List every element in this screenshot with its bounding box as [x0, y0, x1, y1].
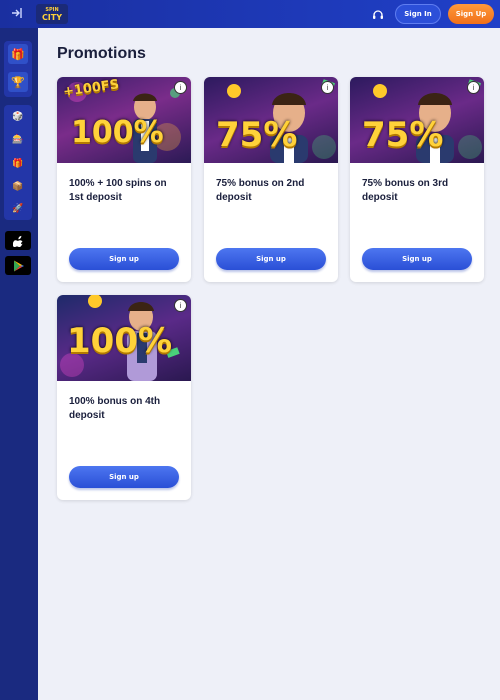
rocket-icon[interactable]: 🚀	[12, 203, 24, 215]
page-title: Promotions	[57, 45, 146, 62]
sign-up-button[interactable]: Sign Up	[448, 4, 494, 24]
sign-in-button[interactable]: Sign In	[395, 4, 441, 24]
promo-image[interactable]: 100% i	[57, 295, 191, 381]
logo[interactable]: SPIN CITY	[36, 4, 68, 24]
promo-signup-button[interactable]: Sign up	[69, 248, 179, 270]
trophy-icon[interactable]: 🏆	[8, 72, 28, 92]
apple-app-icon[interactable]	[5, 231, 31, 250]
promo-title: 75% bonus on 2nd deposit	[216, 178, 305, 203]
gift-icon[interactable]: 🎁	[8, 44, 28, 64]
promo-title: 100% + 100 spins on 1st deposit	[69, 178, 167, 203]
promo-title: 75% bonus on 3rd deposit	[362, 178, 449, 203]
info-icon[interactable]: i	[174, 299, 187, 312]
sidebar-group-main: 🎁 🏆	[4, 41, 32, 97]
promo-image[interactable]: 75% i	[204, 77, 338, 163]
promo-card: +100FS 100% i 100% + 100 spins on 1st de…	[57, 77, 191, 282]
promo-image-text: 100%	[67, 321, 173, 361]
logo-bottom-text: CITY	[41, 12, 63, 22]
promo-signup-button[interactable]: Sign up	[216, 248, 326, 270]
promo-card: 100% i 100% bonus on 4th deposit Sign up	[57, 295, 191, 500]
promo-card: 75% i 75% bonus on 2nd deposit Sign up	[204, 77, 338, 282]
promo-signup-button[interactable]: Sign up	[362, 248, 472, 270]
sidebar: 🎁 🏆 🎲 🎰 🎁 📦 🚀	[0, 28, 38, 700]
promo-image-text: 75%	[362, 115, 444, 155]
info-icon[interactable]: i	[321, 81, 334, 94]
info-icon[interactable]: i	[174, 81, 187, 94]
live-dealer-icon[interactable]: 🎰	[12, 134, 24, 146]
promo-title: 100% bonus on 4th deposit	[69, 396, 161, 421]
promo-image[interactable]: +100FS 100% i	[57, 77, 191, 163]
dice-icon[interactable]: 🎲	[12, 111, 24, 123]
google-play-icon[interactable]	[5, 256, 31, 275]
sidebar-group-games: 🎲 🎰 🎁 📦 🚀	[4, 105, 32, 220]
promo-card: 75% i 75% bonus on 3rd deposit Sign up	[350, 77, 484, 282]
promo-signup-button[interactable]: Sign up	[69, 466, 179, 488]
promo-image[interactable]: 75% i	[350, 77, 484, 163]
info-icon[interactable]: i	[467, 81, 480, 94]
exit-icon[interactable]	[9, 6, 25, 22]
promo-image-text: 100%	[71, 115, 164, 150]
support-headset-icon[interactable]	[371, 7, 385, 21]
top-bar: SPIN CITY Sign In Sign Up	[0, 0, 500, 28]
chest-icon[interactable]: 📦	[12, 181, 24, 193]
jackpot-icon[interactable]: 🎁	[12, 158, 24, 170]
promo-image-text: 75%	[216, 115, 298, 155]
